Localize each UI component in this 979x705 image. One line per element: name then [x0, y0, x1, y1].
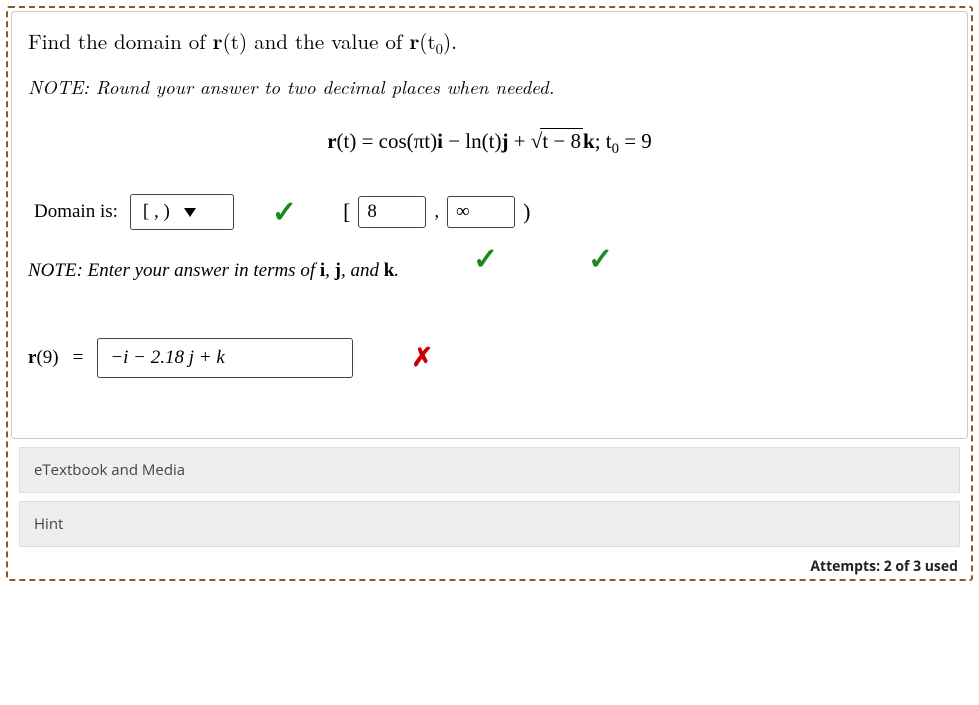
domain-upper-input[interactable]: ∞	[447, 196, 515, 228]
eq-sub0: 0	[612, 141, 619, 157]
cross-icon: ✗	[411, 343, 433, 373]
prompt-text-1: Find the domain of	[28, 26, 213, 56]
prompt-r-1: r	[213, 26, 223, 56]
answer-lhs: r(9)	[28, 347, 59, 369]
prompt-text-2: and the value of	[247, 26, 409, 56]
note2-pre: NOTE: Enter your answer in terms of	[28, 260, 320, 281]
eq-lhs: (t) = cos(πt)	[337, 129, 438, 153]
domain-interval-select[interactable]: [ , )	[130, 194, 234, 230]
note-ijk: NOTE: Enter your answer in terms of i, j…	[28, 260, 399, 281]
answer-row: r(9) = −i − 2.18 j + k ✗	[28, 338, 951, 378]
note2-c2: , and	[341, 260, 384, 281]
interval-close-paren: )	[523, 199, 530, 225]
attempts-counter: Attempts: 2 of 3 used	[11, 547, 968, 576]
check-icon: ✓	[588, 242, 613, 277]
check-icon: ✓	[272, 195, 297, 230]
note2-dot: .	[394, 260, 399, 281]
equation-display: r(t) = cos(πt)i − ln(t)j + √t − 8k; t0 =…	[28, 128, 951, 158]
hint-accordion[interactable]: Hint	[19, 501, 960, 547]
chevron-down-icon	[184, 208, 196, 217]
dashed-container: Find the domain of r(t) and the value of…	[6, 6, 973, 581]
note2-c1: ,	[325, 260, 335, 281]
eq-r: r	[327, 129, 336, 153]
note2-k: k	[384, 260, 395, 281]
domain-label: Domain is:	[34, 201, 118, 223]
eq-minus-ln: − ln(t)	[443, 129, 502, 153]
answer-input[interactable]: −i − 2.18 j + k	[97, 338, 353, 378]
interval-open-bracket: [	[343, 199, 350, 225]
check-icon: ✓	[473, 242, 498, 277]
prompt-r-2: r	[409, 26, 419, 56]
eq-tail: ; t	[595, 129, 612, 153]
note2-row: ✓ ✓ NOTE: Enter your answer in terms of …	[28, 260, 951, 282]
note-rounding: NOTE: Round your answer to two decimal p…	[28, 73, 951, 100]
domain-select-value: [ , )	[143, 201, 170, 223]
answer-equals: =	[73, 347, 84, 369]
prompt-t0-close: ).	[443, 26, 457, 56]
prompt-t0-open: (t	[419, 26, 435, 56]
domain-row: Domain is: [ , ) ✓ [ 8 , ∞ )	[28, 194, 951, 230]
ans-nine: (9)	[36, 347, 58, 368]
eq-k: k	[583, 129, 595, 153]
question-box: Find the domain of r(t) and the value of…	[11, 11, 968, 439]
etextbook-accordion[interactable]: eTextbook and Media	[19, 447, 960, 493]
interval-comma: ,	[434, 201, 439, 223]
question-prompt: Find the domain of r(t) and the value of…	[28, 26, 951, 59]
domain-lower-input[interactable]: 8	[358, 196, 426, 228]
eq-sqrt-inner: t − 8	[540, 128, 583, 154]
prompt-sub-0: 0	[436, 38, 443, 59]
eq-tail2: = 9	[619, 129, 652, 153]
eq-plus: +	[508, 129, 530, 153]
prompt-paren-t: (t)	[223, 26, 248, 56]
